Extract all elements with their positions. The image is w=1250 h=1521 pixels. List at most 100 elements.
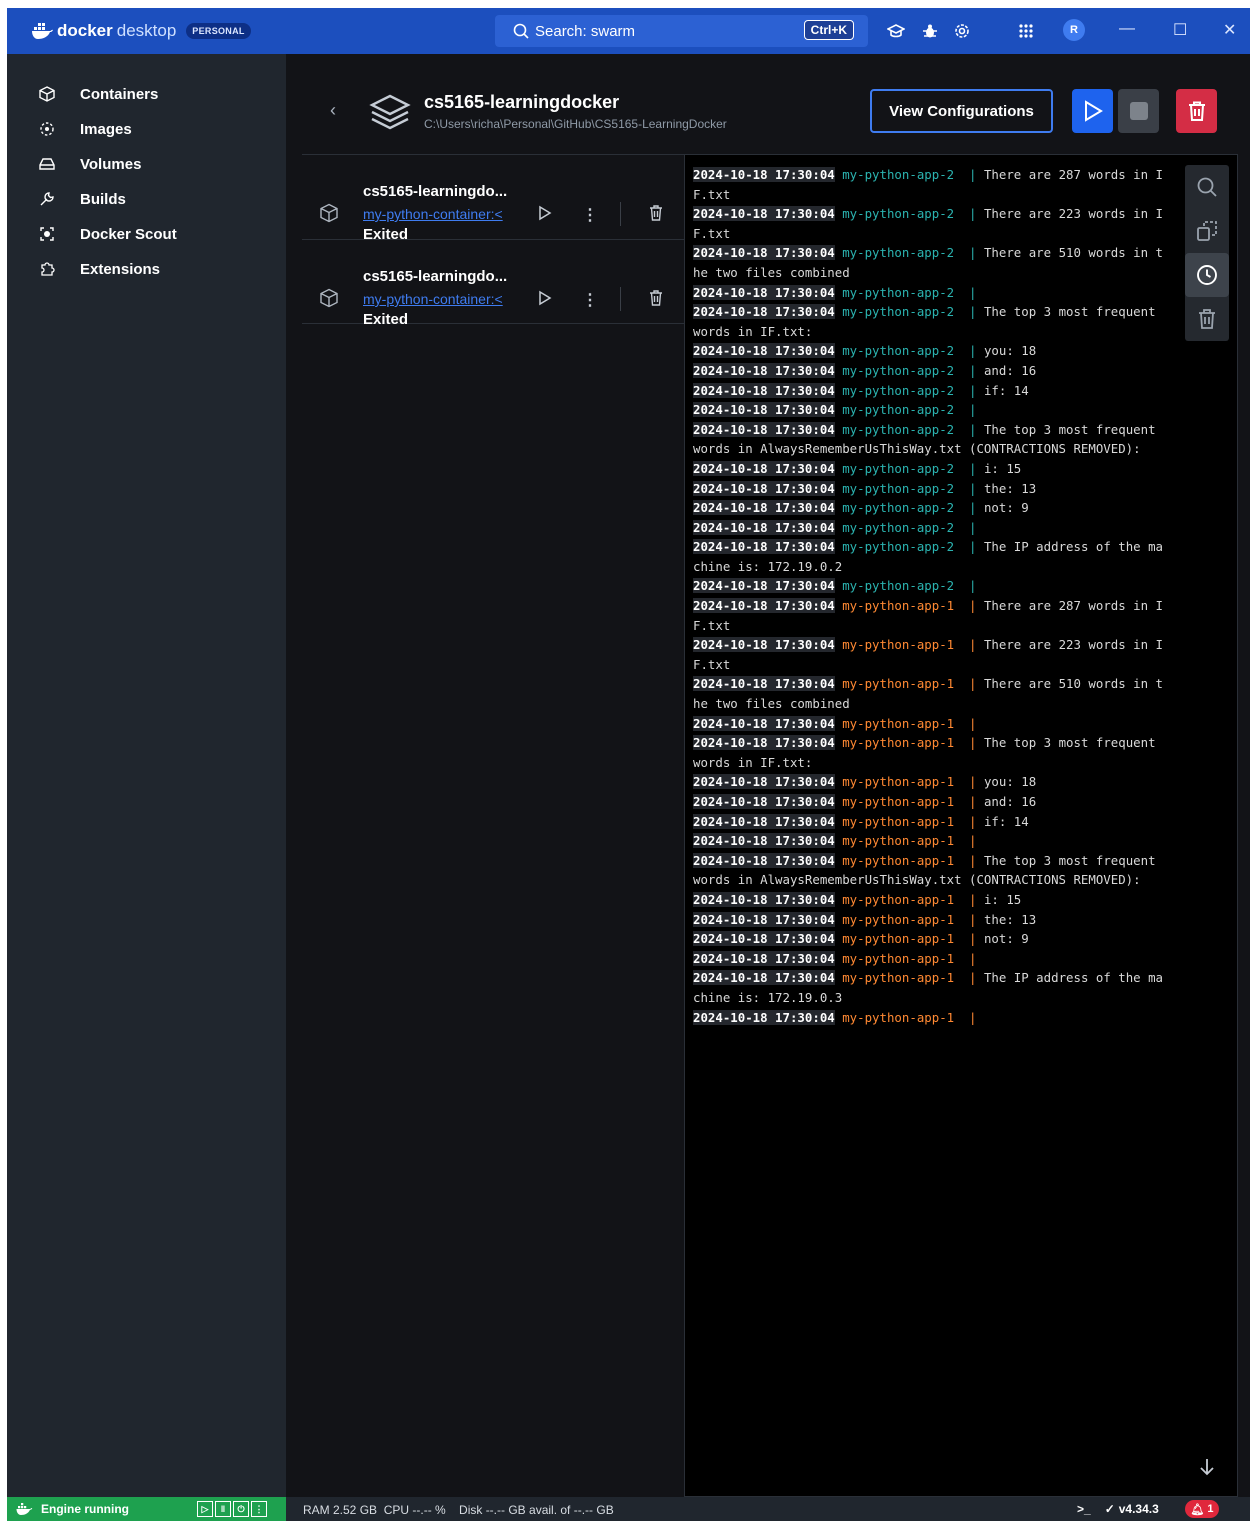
log-line: 2024-10-18 17:30:04 my-python-app-2 | [693,576,1177,596]
notifications-badge[interactable]: 🔔︎ 1 [1185,1500,1219,1518]
container-image-link[interactable]: my-python-container:< [363,206,521,222]
grid-apps-icon[interactable] [1017,22,1035,40]
title-bar: docker desktop PERSONAL Search: swarm Ct… [7,8,1250,54]
log-message: the: 13 [983,480,1037,496]
trash-icon[interactable] [649,290,663,306]
sidebar-item-extensions[interactable]: Extensions [7,254,286,284]
play-icon[interactable] [538,290,552,306]
log-timestamp: 2024-10-18 17:30:04 [693,813,835,829]
play-icon [1084,100,1103,122]
notification-count: 1 [1207,1503,1214,1515]
page-title: cs5165-learningdocker [424,92,620,112]
copy-logs-button[interactable] [1185,209,1229,253]
log-message: chine is: 172.19.0.2 [693,558,843,574]
docker-logo: docker desktop PERSONAL [31,21,251,41]
image-layers-icon [38,120,56,138]
wrench-icon [38,190,56,208]
log-timestamp: 2024-10-18 17:30:04 [693,970,835,986]
log-timestamp: 2024-10-18 17:30:04 [693,343,835,359]
scout-icon [38,225,56,243]
log-timestamp: 2024-10-18 17:30:04 [693,402,835,418]
log-source: my-python-app-1 [842,676,955,692]
log-line: 2024-10-18 17:30:04 my-python-app-1 | Th… [693,635,1177,655]
delete-button[interactable] [1176,89,1217,133]
trash-icon[interactable] [649,205,663,221]
log-message: he two files combined [693,696,850,712]
settings-gear-icon[interactable] [953,22,971,40]
log-message: you: 18 [983,774,1037,790]
container-status: Exited [363,311,409,328]
log-source: my-python-app-2 [842,284,955,300]
timestamps-toggle[interactable] [1185,253,1229,297]
user-avatar[interactable]: R [1063,19,1085,41]
container-row[interactable]: cs5165-learningdo... my-python-container… [302,154,684,243]
log-source: my-python-app-2 [842,362,955,378]
log-line: words in AlwaysRememberUsThisWay.txt (CO… [693,439,1177,459]
log-line: 2024-10-18 17:30:04 my-python-app-2 | Th… [693,537,1177,557]
log-message: F.txt [693,617,731,633]
more-options-icon[interactable]: ⋮ [582,205,598,225]
sidebar-item-label: Builds [80,190,126,208]
more-options-icon[interactable]: ⋮ [582,290,598,310]
check-icon: ✓ [1104,1502,1115,1516]
minimize-icon[interactable]: — [1119,20,1135,38]
trash-icon [1188,101,1205,121]
docker-whale-icon [16,1503,33,1515]
log-separator: | [954,382,984,398]
log-timestamp: 2024-10-18 17:30:04 [693,421,835,437]
search-logs-button[interactable] [1185,165,1229,209]
log-source: my-python-app-1 [842,774,955,790]
log-line: chine is: 172.19.0.2 [693,557,1177,577]
global-search-bar[interactable]: Search: swarm Ctrl+K [495,15,868,47]
docker-desktop-window: docker desktop PERSONAL Search: swarm Ct… [7,8,1250,1521]
log-line: 2024-10-18 17:30:04 my-python-app-2 | if… [693,381,1177,401]
log-message: he two files combined [693,264,850,280]
clear-logs-button[interactable] [1185,297,1229,341]
log-message: and: 16 [983,794,1037,809]
drive-icon [38,155,56,173]
play-icon[interactable] [538,205,552,221]
copy-icon [1197,221,1217,241]
container-row[interactable]: cs5165-learningdo... my-python-container… [302,239,684,328]
back-chevron-icon[interactable]: ‹ [330,100,336,121]
view-configurations-button[interactable]: View Configurations [870,89,1053,133]
engine-play-icon[interactable]: ▷ [197,1501,213,1517]
sidebar-item-containers[interactable]: Containers [7,79,286,109]
sidebar-item-docker-scout[interactable]: Docker Scout [7,219,286,249]
engine-more-icon[interactable]: ⋮ [251,1501,267,1517]
log-separator: | [954,813,984,829]
log-line: 2024-10-18 17:30:04 my-python-app-1 | [693,714,1177,734]
log-separator: | [954,500,984,516]
log-timestamp: 2024-10-18 17:30:04 [693,911,835,927]
sidebar-item-volumes[interactable]: Volumes [7,149,286,179]
log-separator: | [954,304,984,320]
log-timestamp: 2024-10-18 17:30:04 [693,578,835,594]
brand-suffix: desktop [116,21,177,40]
log-separator: | [954,833,984,849]
log-viewer[interactable]: 2024-10-18 17:30:04 my-python-app-2 | Th… [684,154,1238,1497]
sidebar-item-images[interactable]: Images [7,114,286,144]
engine-pause-icon[interactable]: ‖ [215,1501,231,1517]
log-line: F.txt [693,616,1177,636]
log-separator: | [954,460,984,476]
terminal-icon[interactable]: >_ [1077,1502,1091,1516]
maximize-icon[interactable]: ☐ [1173,20,1187,40]
start-button[interactable] [1072,89,1113,133]
engine-power-icon[interactable]: ⏻ [233,1501,249,1517]
log-line: 2024-10-18 17:30:04 my-python-app-1 | Th… [693,674,1177,694]
close-icon[interactable]: ✕ [1223,20,1236,40]
log-separator: | [954,421,984,437]
log-source: my-python-app-2 [842,245,955,261]
log-source: my-python-app-2 [842,343,955,359]
log-message: i: 15 [983,460,1022,476]
log-source: my-python-app-1 [842,852,955,868]
stop-button[interactable] [1118,89,1159,133]
bug-icon[interactable] [921,22,939,40]
sidebar-item-builds[interactable]: Builds [7,184,286,214]
learning-center-icon[interactable] [887,22,905,40]
scroll-to-bottom-icon[interactable] [1198,1457,1216,1477]
container-image-link[interactable]: my-python-container:< [363,291,521,307]
log-line: 2024-10-18 17:30:04 my-python-app-1 | Th… [693,733,1177,753]
log-line: 2024-10-18 17:30:04 my-python-app-1 | th… [693,910,1177,930]
engine-status[interactable]: Engine running ▷ ‖ ⏻ ⋮ [7,1497,286,1521]
